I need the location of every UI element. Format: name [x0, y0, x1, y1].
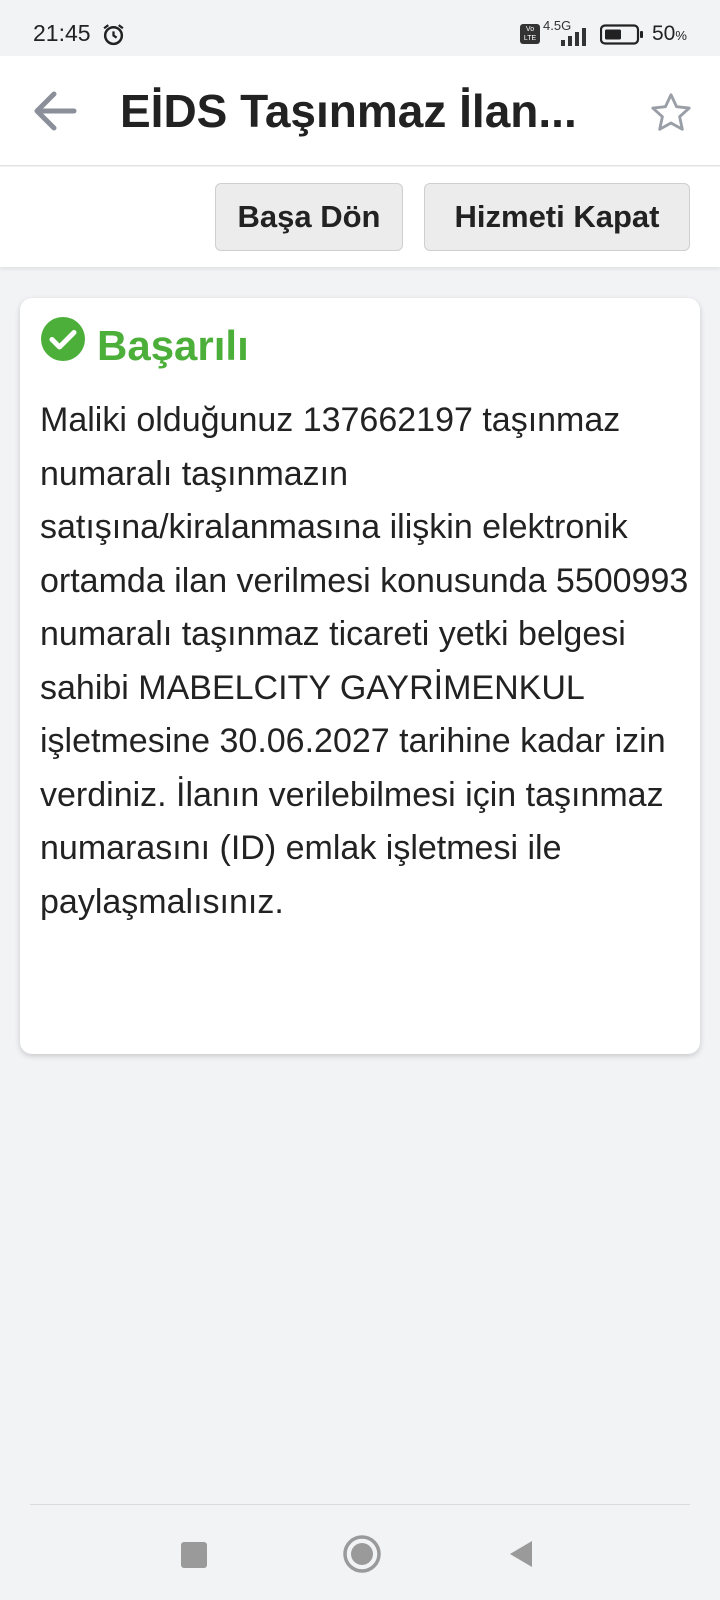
favorite-button[interactable]: [648, 90, 694, 136]
volte-icon: Vo LTE: [520, 24, 540, 44]
result-card: Başarılı Maliki olduğunuz 137662197 taşı…: [20, 298, 700, 1054]
app-bar: EİDS Taşınmaz İlan...: [0, 56, 720, 166]
result-message: Maliki olduğunuz 137662197 taşınmaz numa…: [40, 401, 689, 921]
home-return-button[interactable]: Başa Dön: [215, 183, 403, 251]
status-bar: 21:45 Vo LTE 4.5G 50%: [0, 0, 720, 56]
nav-divider: [30, 1504, 690, 1505]
alarm-icon: [103, 24, 124, 46]
star-outline-icon: [651, 93, 691, 131]
status-time: 21:45: [33, 20, 91, 46]
system-nav-bar: [0, 1504, 720, 1600]
battery-percent: 50%: [652, 22, 687, 45]
back-triangle-icon[interactable]: [506, 1538, 536, 1570]
back-button[interactable]: [28, 86, 82, 136]
arrow-left-icon: [34, 91, 77, 131]
page-title: EİDS Taşınmaz İlan...: [120, 85, 577, 137]
battery-icon: [600, 24, 643, 45]
signal-icon: [561, 28, 586, 46]
check-circle-icon: [41, 317, 85, 361]
action-toolbar: Başa Dön Hizmeti Kapat: [0, 167, 720, 267]
result-title: Başarılı: [97, 322, 249, 369]
recents-square-icon[interactable]: [181, 1542, 207, 1568]
home-circle-icon[interactable]: [342, 1534, 382, 1574]
close-service-button[interactable]: Hizmeti Kapat: [424, 183, 690, 251]
